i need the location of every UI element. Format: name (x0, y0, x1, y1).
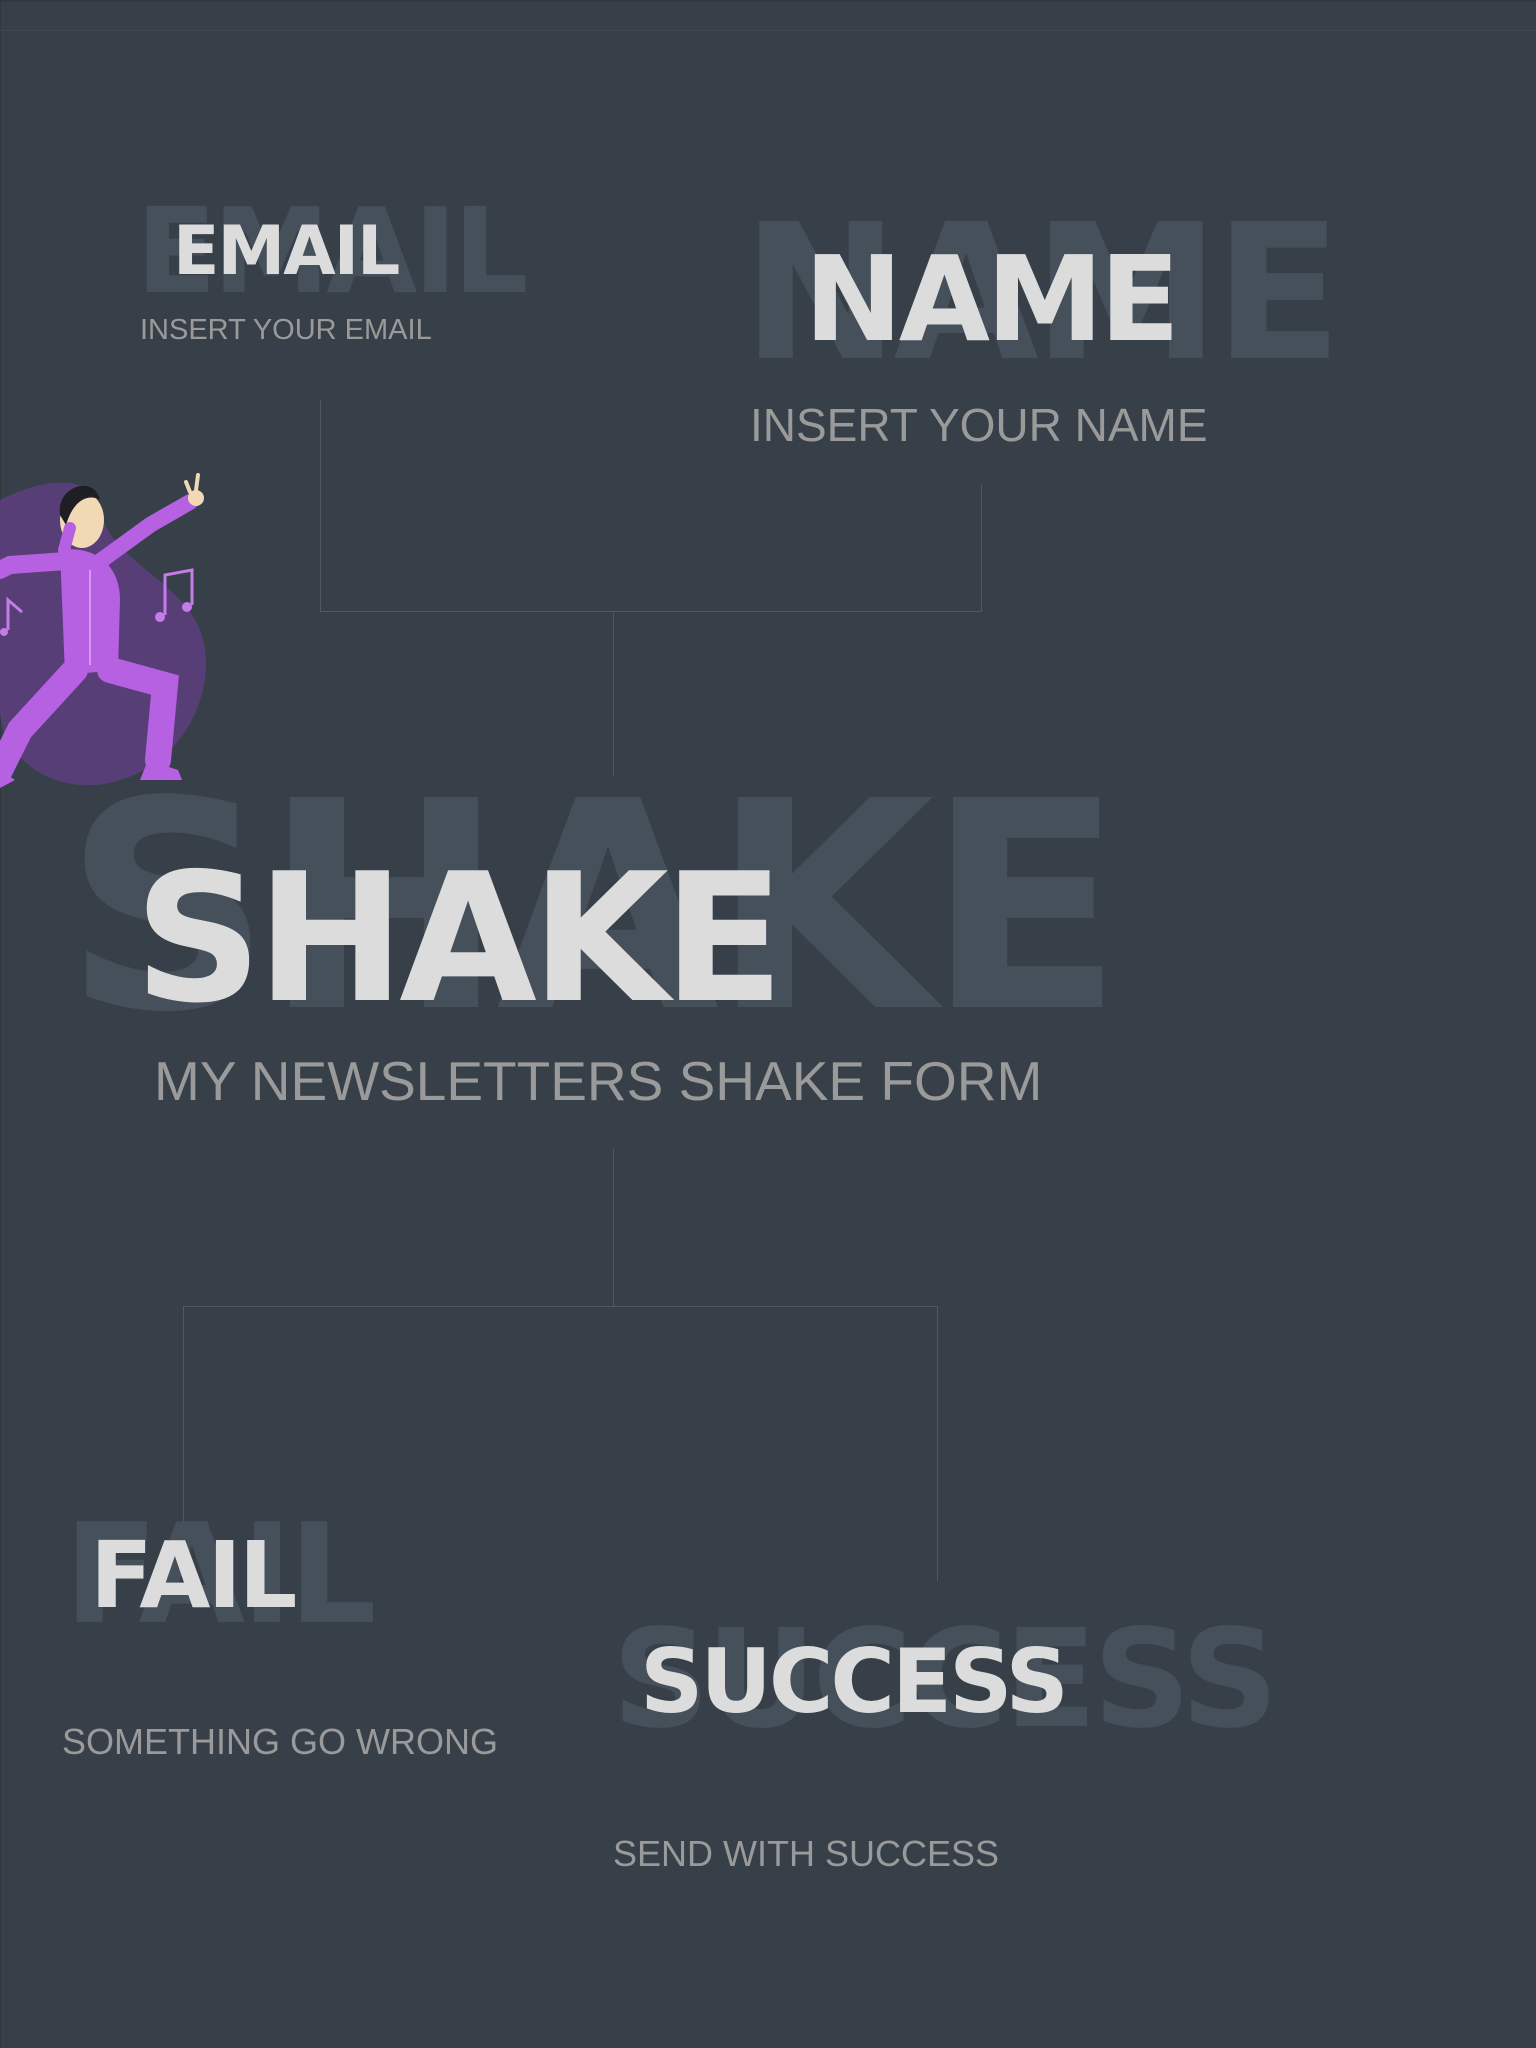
shake-subtitle: MY NEWSLETTERS SHAKE FORM (154, 1050, 1043, 1112)
name-subtitle: INSERT YOUR NAME (750, 399, 1208, 451)
name-title: NAME (804, 230, 1180, 368)
fail-title: FAIL (90, 1522, 297, 1629)
connector-from-shake (613, 1148, 614, 1306)
email-subtitle: INSERT YOUR EMAIL (140, 314, 432, 346)
fail-subtitle: SOMETHING GO WRONG (62, 1721, 498, 1762)
dancing-person-illustration (0, 473, 207, 788)
success-subtitle: SEND WITH SUCCESS (613, 1833, 1000, 1874)
email-title: EMAIL (173, 212, 400, 291)
shake-title: SHAKE (134, 835, 784, 1042)
connector-name-drop (981, 484, 982, 612)
success-title: SUCCESS (640, 1630, 1069, 1733)
top-divider (0, 30, 1536, 31)
